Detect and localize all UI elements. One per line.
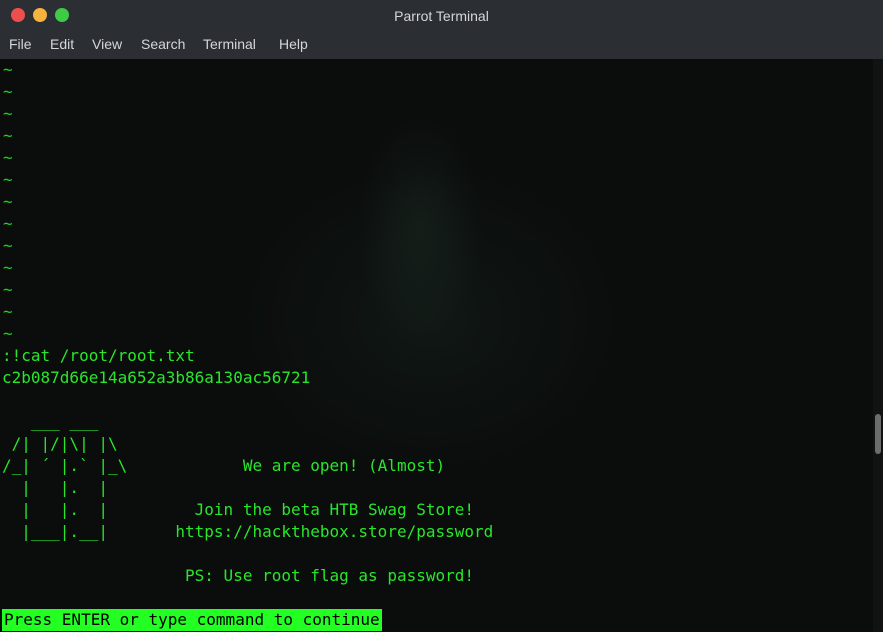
ascii-art-line: PS: Use root flag as password! — [2, 566, 475, 585]
scrollbar-thumb[interactable] — [875, 414, 881, 454]
empty-line-tilde: ~ — [3, 170, 13, 189]
ascii-art-line: | |. | Join the beta HTB Swag Store! — [2, 500, 475, 519]
empty-line-tilde: ~ — [3, 324, 13, 343]
empty-line-tilde: ~ — [3, 104, 13, 123]
menu-search[interactable]: Search — [141, 36, 185, 52]
ascii-art-line: ___ ___ — [2, 412, 99, 431]
empty-line-tilde: ~ — [3, 236, 13, 255]
empty-line-tilde: ~ — [3, 126, 13, 145]
ascii-art-line: |___|.__| https://hackthebox.store/passw… — [2, 522, 494, 541]
continue-prompt: Press ENTER or type command to continue — [2, 609, 382, 631]
empty-line-tilde: ~ — [3, 82, 13, 101]
ascii-art-line: | |. | — [2, 478, 108, 497]
terminal-output[interactable]: ~ ~ ~ ~ ~ ~ ~ ~ ~ ~ ~ ~ ~ :!cat /root/ro… — [0, 59, 883, 632]
command-line: :!cat /root/root.txt — [2, 346, 195, 365]
menu-edit[interactable]: Edit — [50, 36, 74, 52]
title-bar: Parrot Terminal — [0, 0, 883, 32]
terminal-scrollbar[interactable] — [873, 59, 883, 632]
empty-line-tilde: ~ — [3, 302, 13, 321]
menu-terminal[interactable]: Terminal — [203, 36, 256, 52]
menu-file[interactable]: File — [9, 36, 32, 52]
ascii-art-line: /_| ´ |.` |_\ We are open! (Almost) — [2, 456, 446, 475]
empty-line-tilde: ~ — [3, 280, 13, 299]
menu-help[interactable]: Help — [279, 36, 308, 52]
empty-line-tilde: ~ — [3, 192, 13, 211]
empty-line-tilde: ~ — [3, 258, 13, 277]
menu-view[interactable]: View — [92, 36, 122, 52]
menu-bar: File Edit View Search Terminal Help — [0, 32, 883, 59]
empty-line-tilde: ~ — [3, 60, 13, 79]
root-flag-output: c2b087d66e14a652a3b86a130ac56721 — [2, 368, 311, 387]
empty-line-tilde: ~ — [3, 148, 13, 167]
window-title: Parrot Terminal — [394, 8, 489, 24]
ascii-art-line: /| |/|\| |\ — [2, 434, 118, 453]
empty-line-tilde: ~ — [3, 214, 13, 233]
